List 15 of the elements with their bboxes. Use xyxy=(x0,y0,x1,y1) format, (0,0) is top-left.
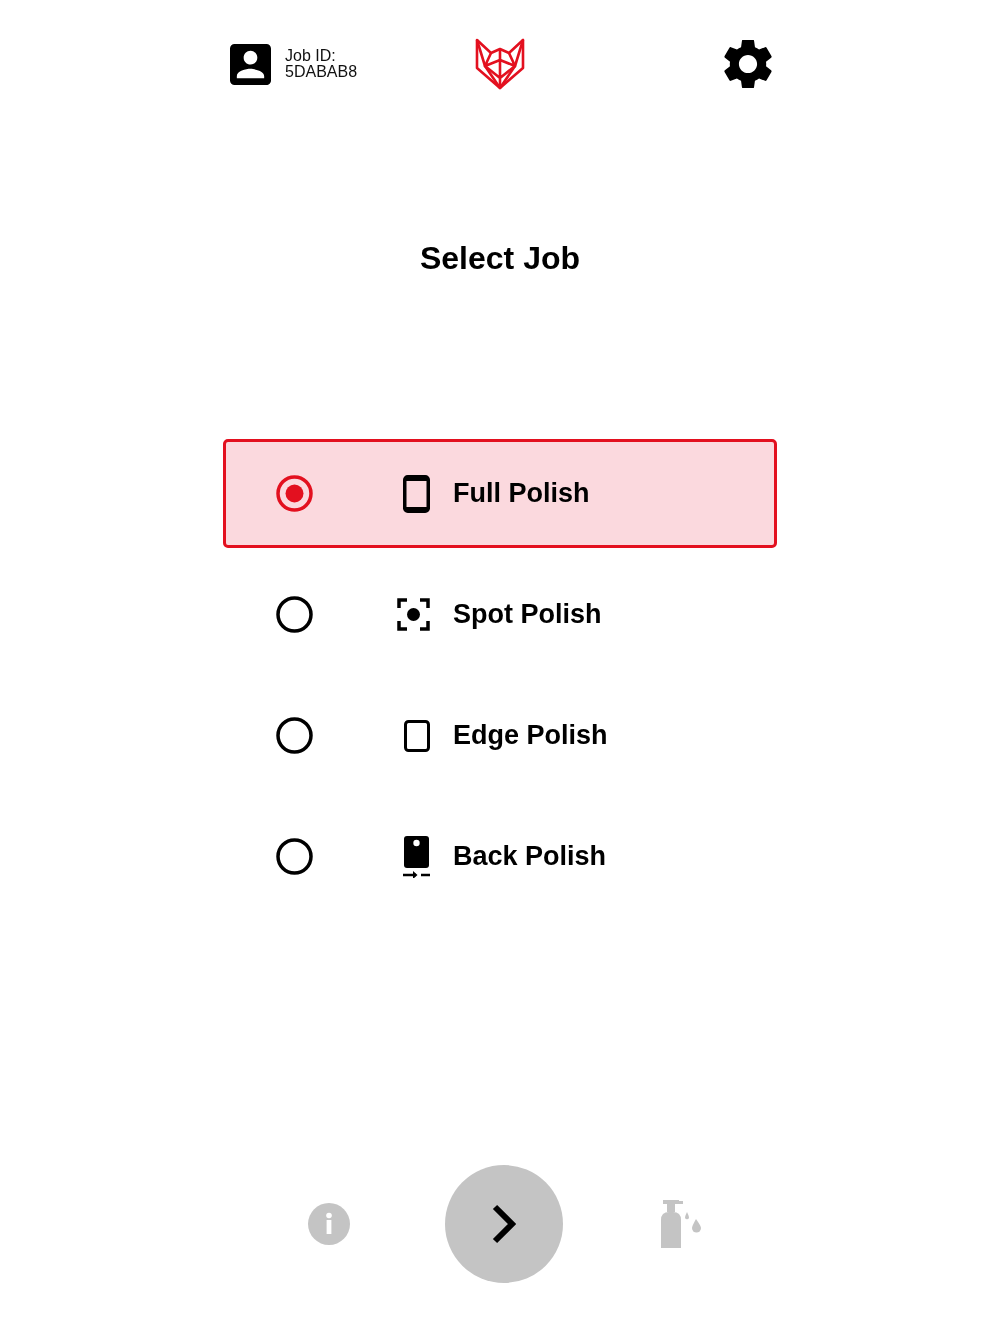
job-option[interactable]: Edge Polish xyxy=(223,681,777,790)
page-title: Select Job xyxy=(419,239,581,278)
job-option[interactable]: Spot Polish xyxy=(223,560,777,669)
chevron-right-icon xyxy=(490,1204,517,1244)
phone-rear-camera-icon xyxy=(403,835,430,878)
smartphone-outline-icon xyxy=(403,474,430,513)
focus-frame-icon xyxy=(397,598,430,631)
account-icon xyxy=(230,43,271,85)
job-id-value: 5DABAB8 xyxy=(285,64,358,80)
settings-icon[interactable] xyxy=(724,40,772,88)
job-option[interactable]: Full Polish xyxy=(223,439,777,548)
fox-logo-icon xyxy=(475,38,525,90)
job-id-label: Job ID: xyxy=(285,48,337,64)
job-option[interactable]: Back Polish xyxy=(223,802,777,911)
tablet-outline-icon xyxy=(404,719,430,752)
